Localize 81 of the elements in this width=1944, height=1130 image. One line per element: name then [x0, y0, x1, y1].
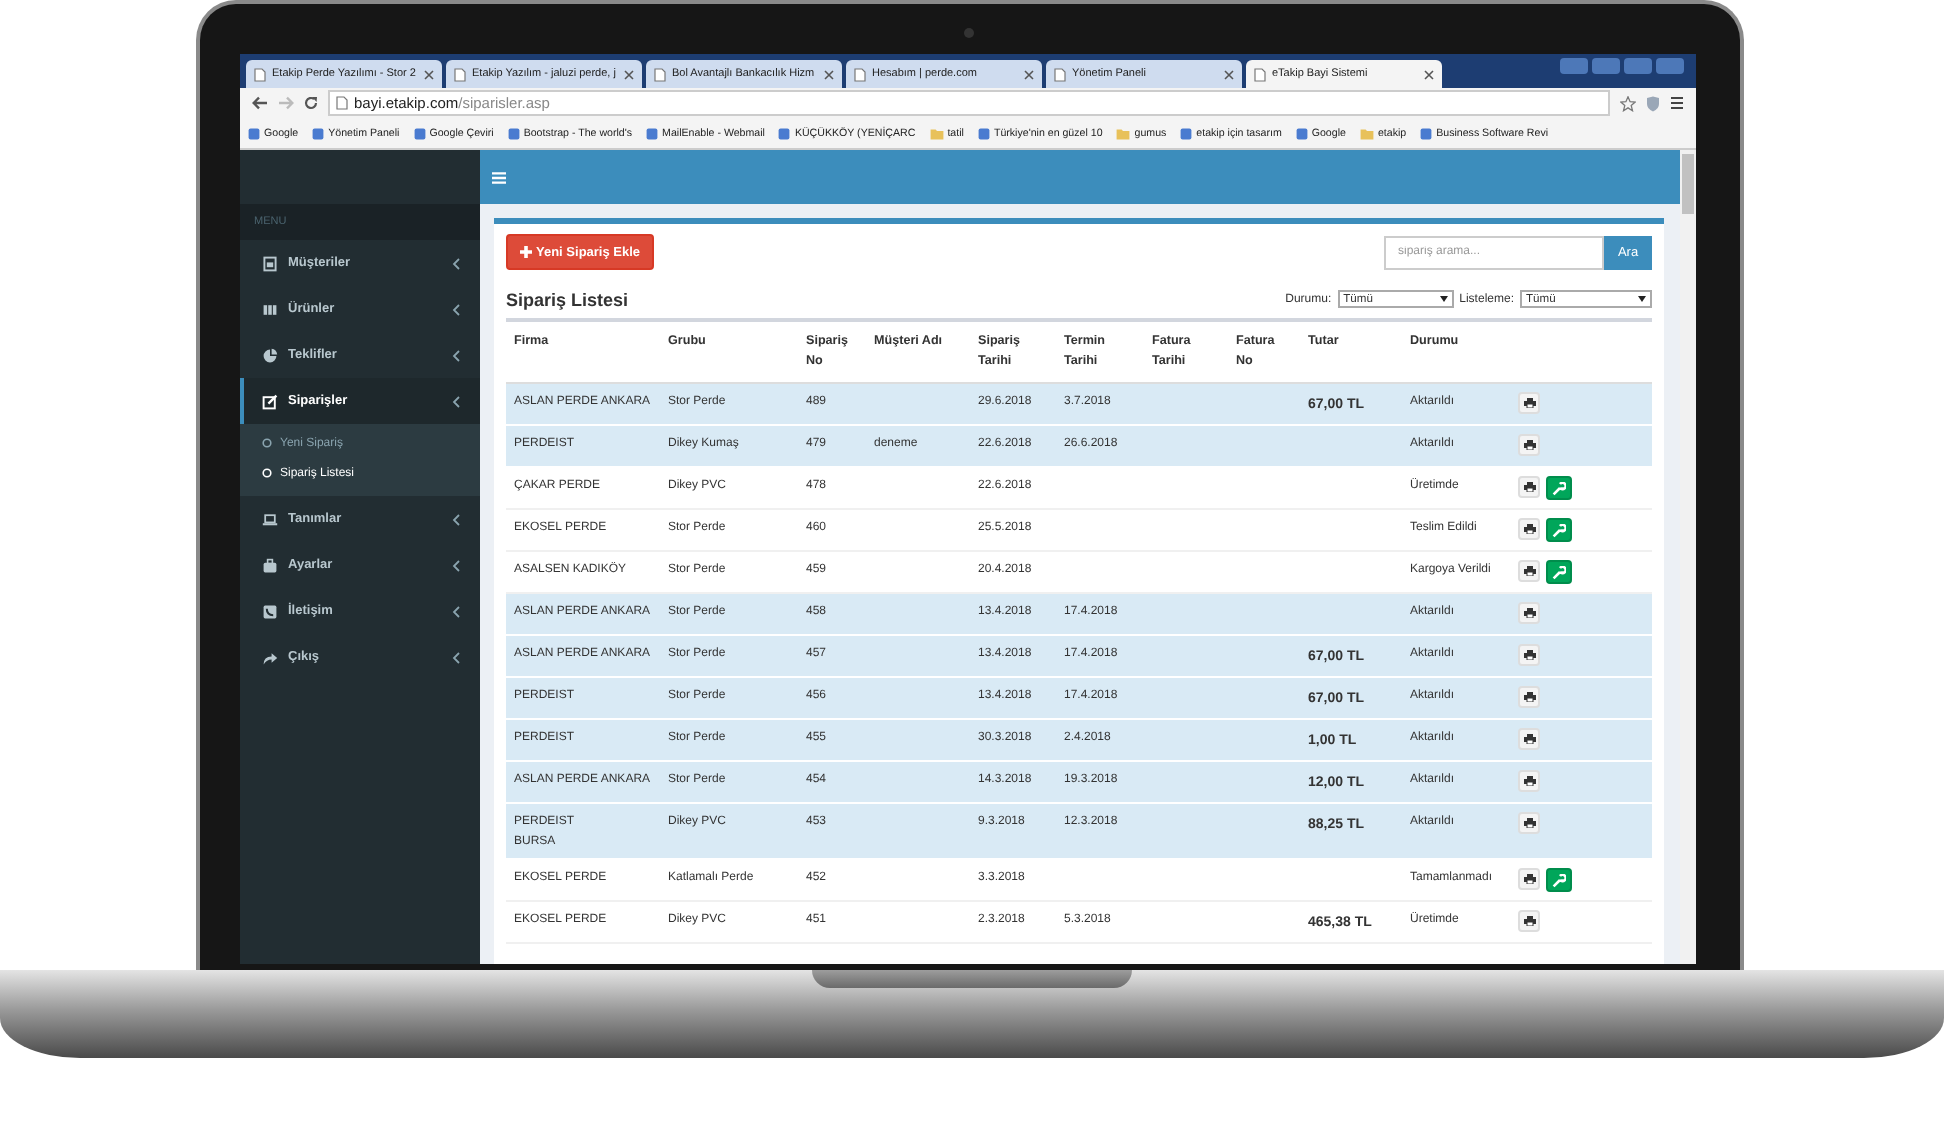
favicon-icon — [1254, 67, 1266, 81]
toolbox-icon — [262, 557, 278, 573]
document-icon — [262, 255, 278, 271]
edit-icon — [262, 393, 278, 409]
print-button[interactable] — [1518, 728, 1540, 750]
circle-icon — [262, 468, 272, 478]
printer-icon — [1523, 524, 1535, 534]
printer-icon — [1523, 692, 1535, 702]
chevron-icon — [452, 257, 460, 269]
printer-icon — [1523, 734, 1535, 744]
printer-icon — [1523, 650, 1535, 660]
favicon-icon — [654, 67, 666, 81]
wrench-icon — [1552, 565, 1566, 579]
chevron-icon — [452, 513, 460, 525]
chevron-icon — [452, 349, 460, 361]
printer-icon — [1523, 874, 1535, 884]
scrollbar[interactable] — [1680, 150, 1696, 964]
folder-icon — [1359, 127, 1374, 139]
wrench-icon — [1552, 481, 1566, 495]
printer-icon — [1523, 916, 1535, 926]
favicon-icon — [454, 67, 466, 81]
favicon-icon — [1180, 127, 1193, 139]
print-button[interactable] — [1518, 434, 1540, 456]
caret-icon — [1439, 296, 1448, 302]
favicon-icon — [977, 127, 990, 139]
wrench-icon — [1552, 873, 1566, 887]
favicon-icon — [854, 67, 866, 81]
plus-icon — [520, 246, 532, 258]
print-button[interactable] — [1518, 602, 1540, 624]
folder-icon — [1116, 127, 1131, 139]
print-button[interactable] — [1518, 812, 1540, 834]
print-button[interactable] — [1518, 518, 1540, 540]
printer-icon — [1523, 818, 1535, 828]
favicon-icon — [646, 127, 659, 139]
laptop-icon — [262, 511, 278, 527]
star-icon[interactable] — [1620, 95, 1636, 111]
favicon-icon — [507, 127, 520, 139]
menu-icon[interactable] — [1670, 96, 1684, 110]
back-icon[interactable] — [252, 96, 268, 110]
chevron-icon — [452, 303, 460, 315]
printer-icon — [1523, 776, 1535, 786]
print-button[interactable] — [1518, 910, 1540, 932]
print-button[interactable] — [1518, 476, 1540, 498]
chevron-icon — [452, 605, 460, 617]
printer-icon — [1523, 608, 1535, 618]
favicon-icon — [413, 127, 426, 139]
print-button[interactable] — [1518, 868, 1540, 890]
favicon-icon — [1420, 127, 1433, 139]
folder-icon — [929, 127, 944, 139]
circle-icon — [262, 438, 272, 448]
printer-icon — [1523, 398, 1535, 408]
print-button[interactable] — [1518, 770, 1540, 792]
print-button[interactable] — [1518, 392, 1540, 414]
printer-icon — [1523, 482, 1535, 492]
favicon-icon — [1054, 67, 1066, 81]
edit-button[interactable] — [1546, 476, 1572, 500]
print-button[interactable] — [1518, 560, 1540, 582]
print-button[interactable] — [1518, 686, 1540, 708]
caret-icon — [1638, 296, 1646, 302]
reload-icon[interactable] — [304, 96, 318, 110]
favicon-icon — [778, 127, 791, 139]
share-arrow-icon — [262, 649, 278, 665]
favicon-icon — [312, 127, 325, 139]
favicon-icon — [248, 127, 260, 139]
chevron-icon — [452, 651, 460, 663]
edit-button[interactable] — [1546, 868, 1572, 892]
favicon-icon — [254, 67, 266, 81]
wrench-icon — [1552, 523, 1566, 537]
phone-icon — [262, 603, 278, 619]
pie-chart-icon — [262, 347, 278, 363]
grid-icon — [262, 301, 278, 317]
edit-button[interactable] — [1546, 560, 1572, 584]
list-title: Sipariş Listesi — [506, 290, 629, 310]
page-icon — [336, 96, 348, 110]
print-button[interactable] — [1518, 644, 1540, 666]
printer-icon — [1523, 440, 1535, 450]
favicon-icon — [1295, 127, 1308, 139]
printer-icon — [1523, 566, 1535, 576]
edit-button[interactable] — [1546, 518, 1572, 542]
chevron-icon — [452, 559, 460, 571]
chevron-icon — [452, 395, 460, 407]
